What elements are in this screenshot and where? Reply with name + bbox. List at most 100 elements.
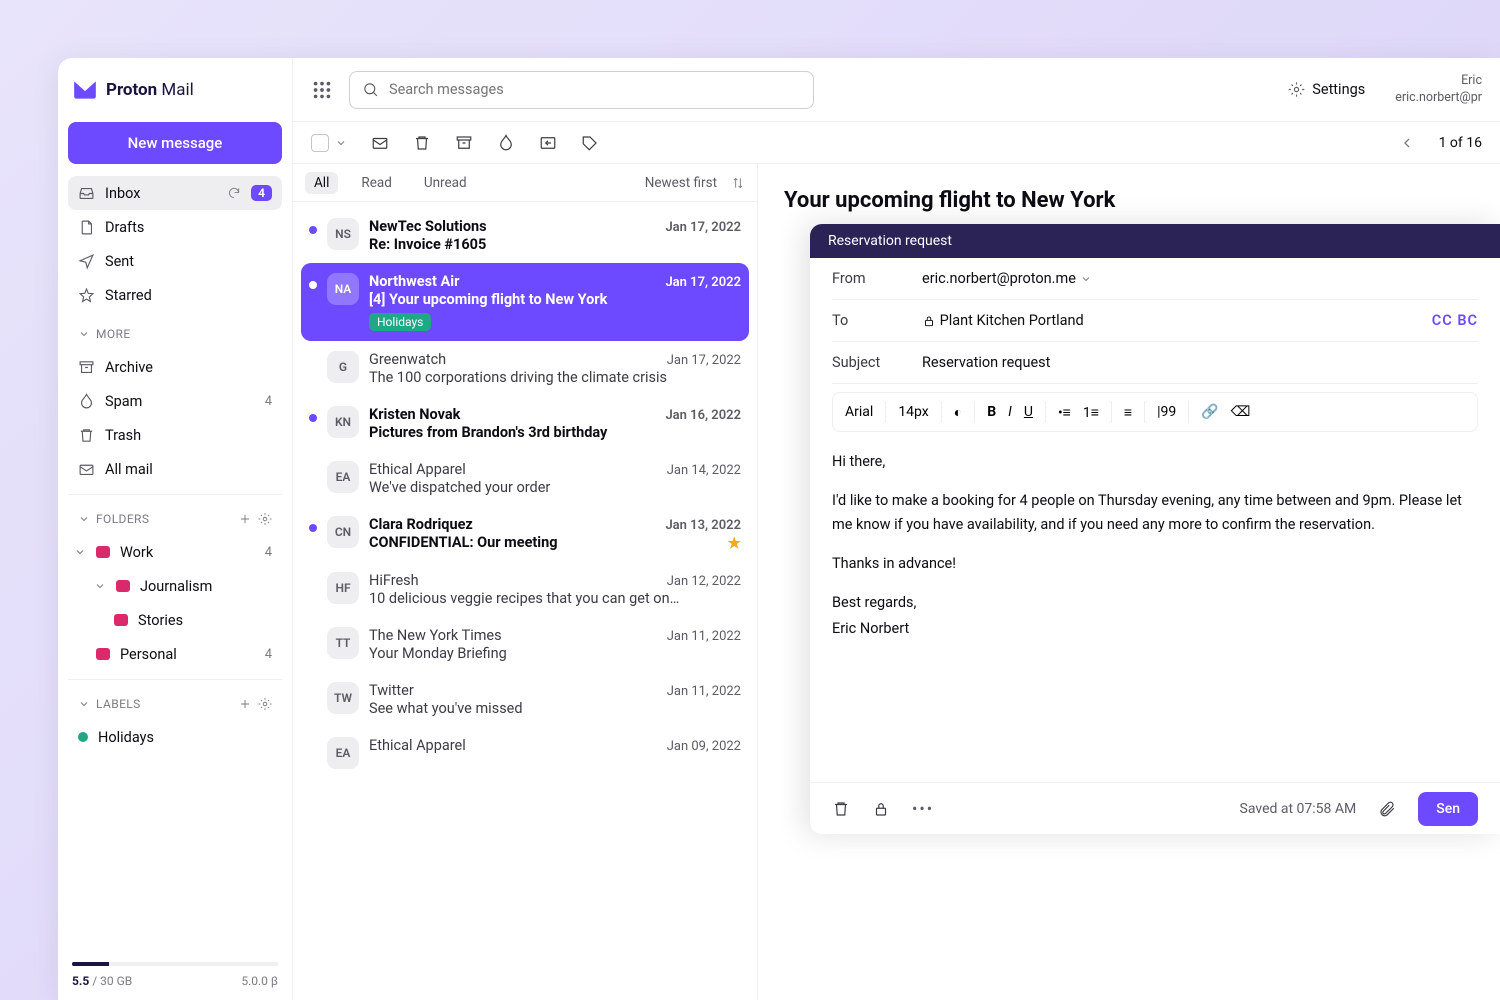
folder-label: Personal [120, 646, 177, 663]
font-size-select[interactable]: 14px [898, 404, 928, 420]
message-row[interactable]: CNClara RodriquezJan 13, 2022CONFIDENTIA… [301, 506, 749, 562]
message-row[interactable]: HFHiFreshJan 12, 202210 delicious veggie… [301, 562, 749, 617]
color-icon[interactable]: ◐ [954, 404, 962, 421]
new-message-button[interactable]: New message [68, 122, 282, 164]
nav-more[interactable]: MORE [68, 318, 282, 350]
message-row[interactable]: GGreenwatchJan 17, 2022The 100 corporati… [301, 341, 749, 396]
filter-read[interactable]: Read [352, 172, 400, 194]
message-row[interactable]: KNKristen NovakJan 16, 2022Pictures from… [301, 396, 749, 451]
inbox-badge: 4 [251, 185, 272, 201]
nav-archive[interactable]: Archive [68, 350, 282, 384]
folders-section[interactable]: FOLDERS [68, 503, 282, 535]
star-icon[interactable]: ★ [728, 534, 741, 552]
body-line: Eric Norbert [832, 617, 1478, 642]
clear-format-icon[interactable]: ⌫ [1231, 404, 1251, 420]
message-row[interactable]: NSNewTec SolutionsJan 17, 2022Re: Invoic… [301, 208, 749, 263]
sort-toggle[interactable]: Newest first [645, 175, 717, 191]
quote-icon[interactable]: |99 [1157, 404, 1176, 420]
discard-icon[interactable] [832, 800, 850, 818]
nav-drafts[interactable]: Drafts [68, 210, 282, 244]
avatar: EA [327, 737, 359, 769]
filter-all[interactable]: All [305, 172, 338, 194]
labels-section[interactable]: LABELS [68, 688, 282, 720]
encryption-icon[interactable] [872, 800, 890, 818]
folder-count: 4 [265, 647, 272, 662]
folder-personal[interactable]: Personal 4 [68, 637, 282, 671]
settings-link[interactable]: Settings [1288, 81, 1365, 98]
number-list-icon[interactable]: 1≡ [1083, 404, 1099, 421]
move-icon[interactable] [539, 134, 557, 152]
folder-icon [96, 546, 110, 558]
bold-icon[interactable]: B [987, 404, 996, 420]
prev-page-icon[interactable] [1399, 135, 1415, 151]
spam-icon[interactable] [497, 134, 515, 152]
send-button[interactable]: Sen [1418, 792, 1478, 826]
gear-icon[interactable] [258, 512, 272, 526]
plus-icon[interactable] [238, 512, 252, 526]
composer-subject-field[interactable]: Subject Reservation request [832, 342, 1478, 384]
composer-body[interactable]: Hi there, I'd like to make a booking for… [810, 432, 1500, 782]
message-from: HiFresh [369, 572, 419, 589]
nav-sent[interactable]: Sent [68, 244, 282, 278]
label-icon[interactable] [581, 134, 599, 152]
align-icon[interactable]: ≡ [1124, 404, 1132, 421]
message-date: Jan 09, 2022 [667, 739, 741, 754]
search-box[interactable] [349, 71, 814, 109]
cc-toggle[interactable]: CC BC [1432, 312, 1478, 329]
nav-allmail[interactable]: All mail [68, 452, 282, 486]
folder-stories[interactable]: Stories [68, 603, 282, 637]
chevron-down-icon [335, 137, 347, 149]
chevron-down-icon [1080, 273, 1092, 285]
folder-work[interactable]: Work4 [68, 535, 282, 569]
link-icon[interactable]: 🔗 [1201, 404, 1218, 420]
composer-titlebar[interactable]: Reservation request [810, 224, 1500, 258]
message-row[interactable]: TWTwitterJan 11, 2022See what you've mis… [301, 672, 749, 727]
message-list: All Read Unread Newest first NSNewTec So… [293, 164, 758, 1000]
storage-total: / 30 GB [92, 974, 132, 988]
nav-starred[interactable]: Starred [68, 278, 282, 312]
avatar: TW [327, 682, 359, 714]
search-input[interactable] [389, 81, 801, 98]
nav-label: Spam [105, 393, 142, 410]
logo[interactable]: Proton Mail [58, 58, 292, 122]
nav-spam[interactable]: Spam4 [68, 384, 282, 418]
mark-read-icon[interactable] [371, 134, 389, 152]
message-row[interactable]: EAEthical ApparelJan 14, 2022We've dispa… [301, 451, 749, 506]
filter-unread[interactable]: Unread [415, 172, 476, 194]
nav-inbox[interactable]: Inbox 4 [68, 176, 282, 210]
delete-icon[interactable] [413, 134, 431, 152]
more-icon[interactable]: ••• [912, 799, 934, 818]
font-family-select[interactable]: Arial [845, 404, 873, 420]
message-subject: [4] Your upcoming flight to New York [369, 291, 741, 308]
message-date: Jan 14, 2022 [667, 463, 741, 478]
body-line: I'd like to make a booking for 4 people … [832, 489, 1478, 538]
avatar: TT [327, 627, 359, 659]
gear-icon[interactable] [258, 697, 272, 711]
bullet-list-icon[interactable]: •≡ [1058, 404, 1071, 421]
folder-journalism[interactable]: Journalism [68, 569, 282, 603]
sort-icon[interactable] [731, 176, 745, 190]
plus-icon[interactable] [238, 697, 252, 711]
account-info[interactable]: Ericeric.norbert@pr [1395, 73, 1482, 106]
select-all[interactable] [311, 134, 347, 152]
message-row[interactable]: TTThe New York TimesJan 11, 2022Your Mon… [301, 617, 749, 672]
attach-icon[interactable] [1378, 800, 1396, 818]
label-holidays[interactable]: Holidays [68, 720, 282, 754]
app-grid-icon[interactable] [311, 79, 333, 101]
nav-trash[interactable]: Trash [68, 418, 282, 452]
refresh-icon[interactable] [227, 186, 241, 200]
italic-icon[interactable]: I [1008, 404, 1012, 420]
message-row[interactable]: EAEthical ApparelJan 09, 2022 [301, 727, 749, 779]
message-row[interactable]: NANorthwest AirJan 17, 2022[4] Your upco… [301, 263, 749, 341]
composer-from-field[interactable]: From eric.norbert@proton.me [832, 258, 1478, 300]
archive-icon[interactable] [455, 134, 473, 152]
sidebar: Proton Mail New message Inbox 4 Drafts S… [58, 58, 293, 1000]
unread-dot-icon [309, 281, 317, 289]
chevron-down-icon [78, 513, 90, 525]
underline-icon[interactable]: U [1024, 404, 1033, 420]
message-date: Jan 16, 2022 [665, 408, 741, 423]
composer-to-field[interactable]: To Plant Kitchen Portland CC BC [832, 300, 1478, 342]
composer-format-toolbar: Arial 14px ◐ B I U •≡ 1≡ ≡ |99 🔗 ⌫ [832, 392, 1478, 432]
message-toolbar: 1 of 16 [293, 122, 1500, 164]
gear-icon [1288, 81, 1305, 98]
